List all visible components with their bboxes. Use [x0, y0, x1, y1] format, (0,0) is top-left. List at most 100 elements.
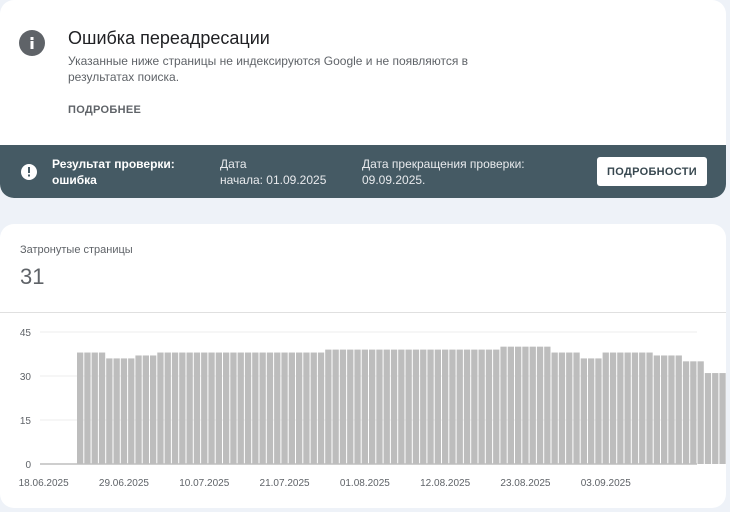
chart-bar[interactable]	[77, 352, 84, 464]
chart-bar[interactable]	[157, 352, 164, 464]
chart-bar[interactable]	[697, 361, 704, 464]
chart-bar[interactable]	[390, 349, 398, 464]
chart-bar[interactable]	[303, 352, 310, 464]
y-tick-label: 45	[20, 328, 32, 339]
chart-bar[interactable]	[536, 346, 544, 464]
chart-bar[interactable]	[529, 346, 536, 464]
chart-bar[interactable]	[580, 358, 587, 464]
chart-bar[interactable]	[471, 349, 478, 464]
chart-bar[interactable]	[449, 349, 456, 464]
chart-bar[interactable]	[288, 352, 295, 464]
chart-bar[interactable]	[646, 352, 653, 464]
chart-bar[interactable]	[668, 355, 675, 464]
chart-bar[interactable]	[551, 352, 558, 464]
chart-bar[interactable]	[704, 373, 712, 464]
chart-bar[interactable]	[434, 349, 441, 464]
chart-bar[interactable]	[682, 361, 690, 464]
chart-bar[interactable]	[463, 349, 471, 464]
chart-bar[interactable]	[244, 352, 252, 464]
chart-bar[interactable]	[500, 346, 507, 464]
chart-bar[interactable]	[507, 346, 514, 464]
chart-bar[interactable]	[266, 352, 274, 464]
chart-bar[interactable]	[142, 355, 149, 464]
chart-bar[interactable]	[223, 352, 230, 464]
chart-bar[interactable]	[712, 373, 719, 464]
validation-start-date: Дата начала: 01.09.2025	[220, 156, 326, 188]
chart-bar[interactable]	[274, 352, 281, 464]
chart-bar[interactable]	[186, 352, 193, 464]
chart-bar[interactable]	[617, 352, 624, 464]
chart-bar[interactable]	[237, 352, 244, 464]
chart-bar[interactable]	[639, 352, 646, 464]
chart-bar[interactable]	[128, 358, 135, 464]
chart-bar[interactable]	[317, 352, 325, 464]
chart-bar[interactable]	[208, 352, 215, 464]
x-tick-label: 29.06.2025	[99, 478, 149, 489]
chart-bar[interactable]	[120, 358, 128, 464]
chart-bar[interactable]	[588, 358, 595, 464]
chart-bar[interactable]	[171, 352, 179, 464]
chart-bar[interactable]	[106, 358, 113, 464]
chart-bar[interactable]	[493, 349, 500, 464]
chart-bar[interactable]	[376, 349, 383, 464]
chart-bar[interactable]	[675, 355, 682, 464]
chart-bar[interactable]	[609, 352, 617, 464]
chart-bar[interactable]	[339, 349, 347, 464]
chart-bar[interactable]	[164, 352, 171, 464]
chart-bar[interactable]	[150, 355, 157, 464]
chart-bar[interactable]	[427, 349, 434, 464]
learn-more-link[interactable]: ПОДРОБНЕЕ	[68, 104, 141, 116]
chart-bar[interactable]	[442, 349, 449, 464]
chart-bar[interactable]	[544, 346, 551, 464]
chart-bar[interactable]	[719, 373, 726, 464]
chart-bar[interactable]	[354, 349, 361, 464]
chart-bar[interactable]	[595, 358, 602, 464]
chart-bar[interactable]	[420, 349, 427, 464]
chart-bar[interactable]	[485, 349, 493, 464]
chart-bar[interactable]	[558, 352, 566, 464]
chart-bar[interactable]	[566, 352, 573, 464]
chart-bar[interactable]	[113, 358, 120, 464]
end-date-value: 09.09.2025.	[362, 173, 426, 187]
chart-bar[interactable]	[602, 352, 609, 464]
chart-bar[interactable]	[98, 352, 106, 464]
validation-end-date: Дата прекращения проверки: 09.09.2025.	[362, 156, 525, 188]
chart-bar[interactable]	[478, 349, 485, 464]
x-tick-label: 12.08.2025	[420, 478, 470, 489]
chart-bar[interactable]	[405, 349, 412, 464]
chart-bar[interactable]	[631, 352, 639, 464]
chart-bar[interactable]	[193, 352, 201, 464]
x-tick-label: 18.06.2025	[19, 478, 69, 489]
chart-bar[interactable]	[361, 349, 368, 464]
x-tick-label: 10.07.2025	[179, 478, 229, 489]
details-button[interactable]: ПОДРОБНОСТИ	[597, 157, 707, 186]
chart-bar[interactable]	[230, 352, 237, 464]
chart-bar[interactable]	[325, 349, 332, 464]
chart-bar[interactable]	[91, 352, 98, 464]
issue-title: Ошибка переадресации	[68, 28, 270, 48]
chart-bar[interactable]	[296, 352, 303, 464]
chart-bar[interactable]	[653, 355, 660, 464]
chart-bar[interactable]	[398, 349, 405, 464]
chart-bar[interactable]	[201, 352, 208, 464]
chart-bar[interactable]	[369, 349, 376, 464]
chart-bar[interactable]	[332, 349, 339, 464]
chart-bar[interactable]	[215, 352, 222, 464]
chart-bar[interactable]	[347, 349, 354, 464]
chart-bar[interactable]	[690, 361, 697, 464]
chart-bar[interactable]	[661, 355, 668, 464]
chart-bar[interactable]	[259, 352, 266, 464]
chart-bar[interactable]	[179, 352, 186, 464]
chart-bar[interactable]	[624, 352, 631, 464]
chart-bar[interactable]	[252, 352, 259, 464]
chart-bar[interactable]	[412, 349, 420, 464]
chart-bar[interactable]	[281, 352, 288, 464]
chart-bar[interactable]	[573, 352, 580, 464]
chart-bar[interactable]	[515, 346, 522, 464]
chart-bar[interactable]	[522, 346, 529, 464]
chart-bar[interactable]	[84, 352, 91, 464]
chart-bar[interactable]	[383, 349, 390, 464]
chart-bar[interactable]	[135, 355, 142, 464]
chart-bar[interactable]	[456, 349, 463, 464]
chart-bar[interactable]	[310, 352, 317, 464]
